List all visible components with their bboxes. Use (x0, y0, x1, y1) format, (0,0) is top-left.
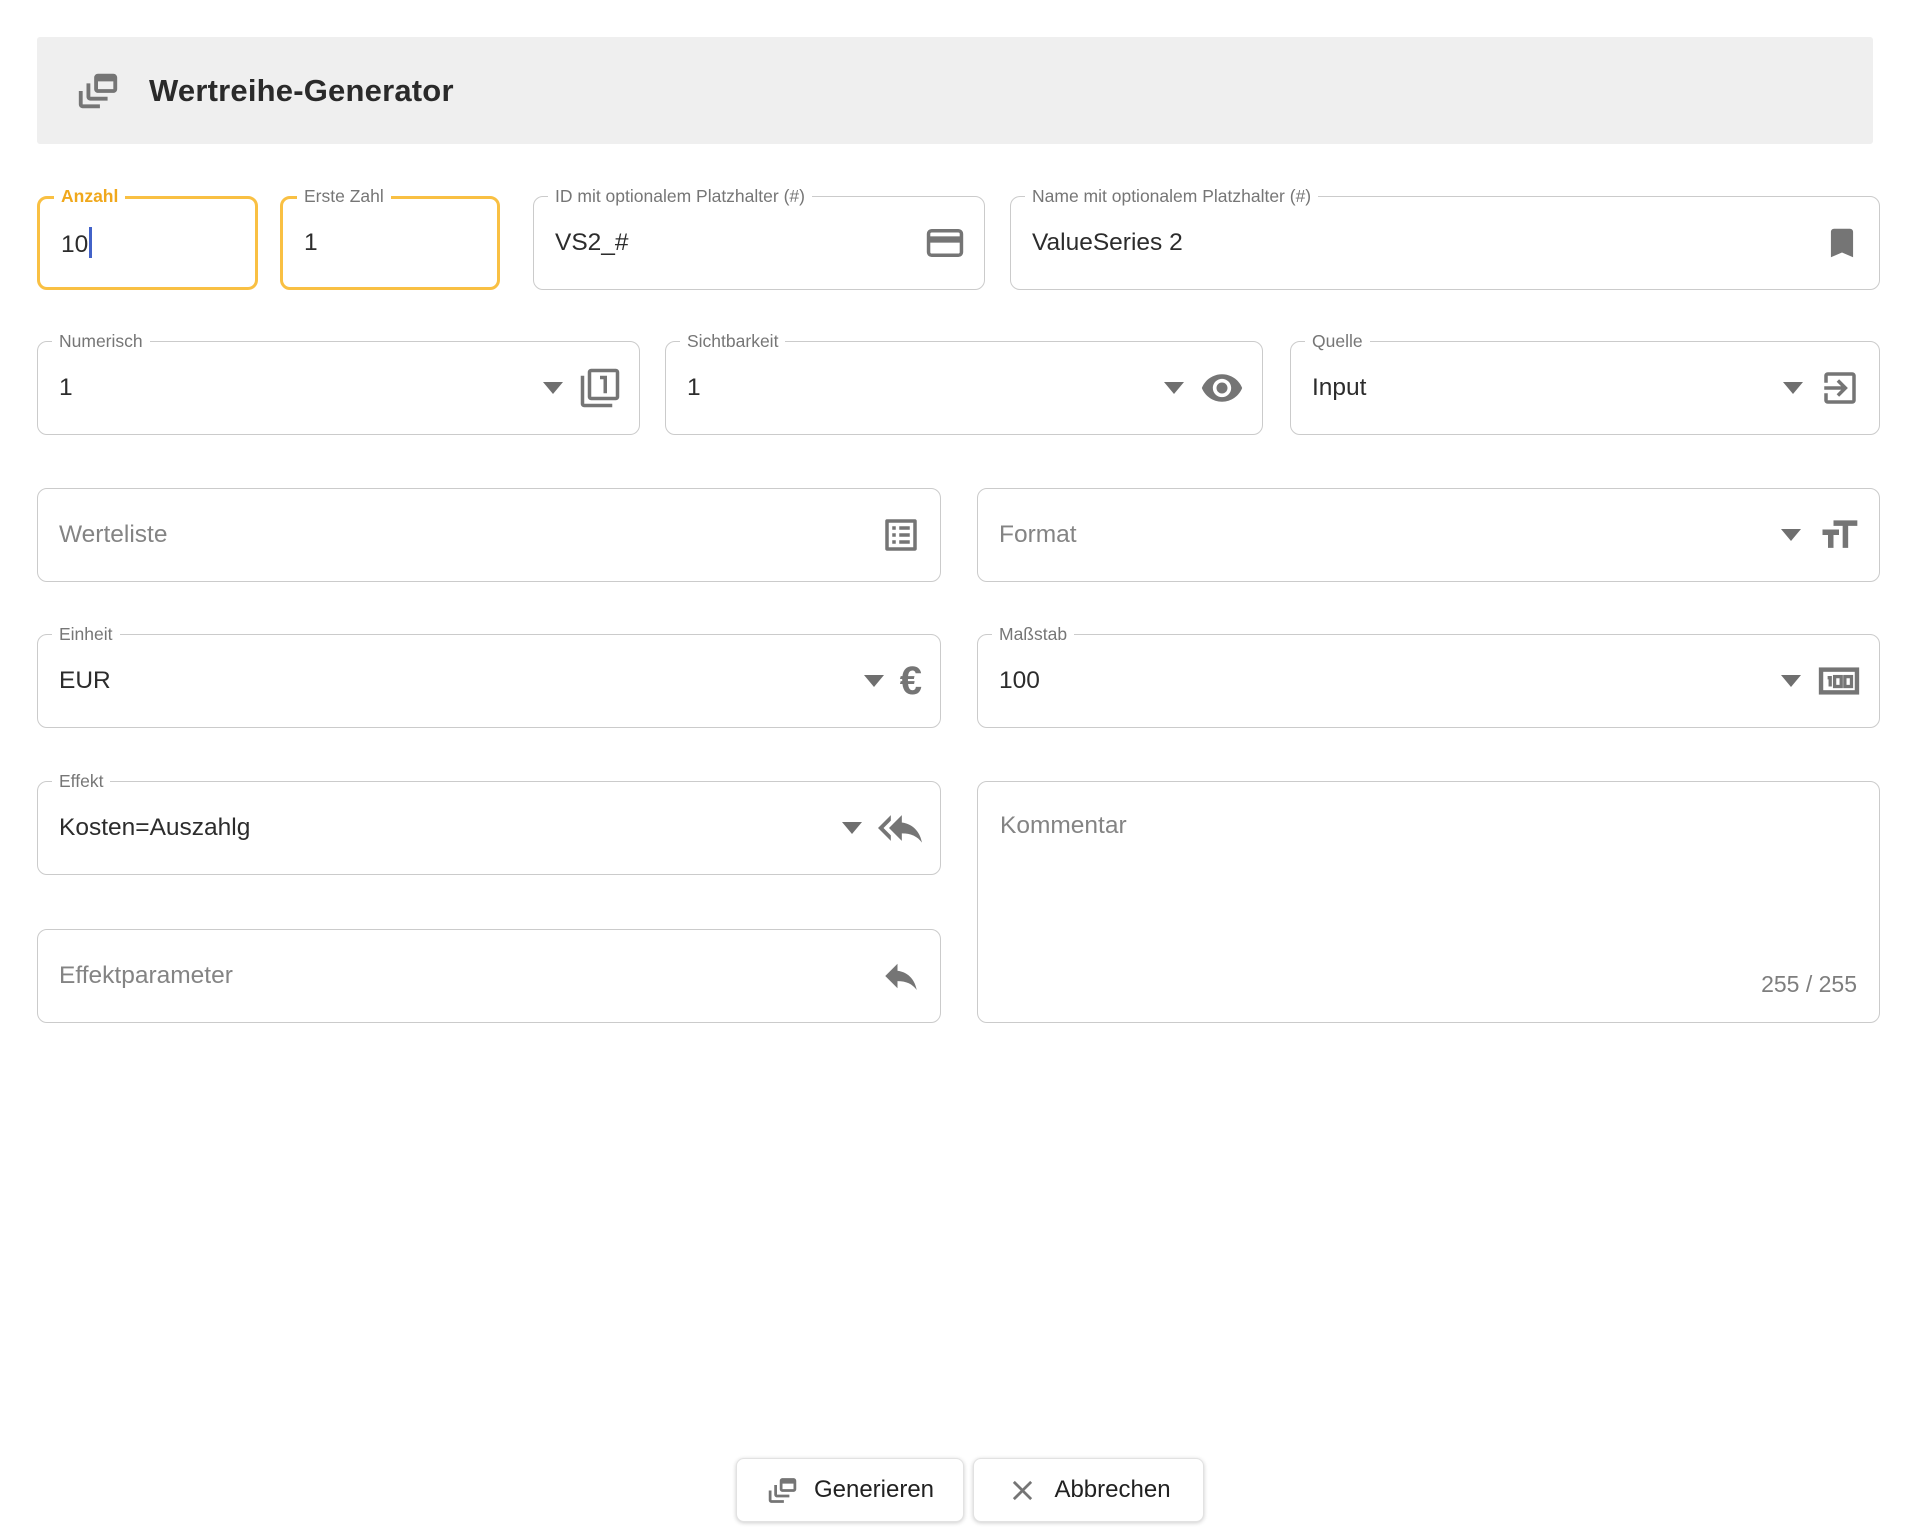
bookmark-icon[interactable] (1823, 224, 1861, 262)
massstab-field[interactable]: Maßstab 100 (977, 634, 1880, 728)
stacked-series-icon (75, 68, 121, 114)
id-value[interactable]: VS2_# (555, 229, 629, 257)
chevron-down-icon[interactable] (1781, 675, 1801, 687)
quelle-label: Quelle (1305, 329, 1370, 354)
id-field[interactable]: ID mit optionalem Platzhalter (#) VS2_# (533, 196, 985, 290)
chevron-down-icon[interactable] (1781, 529, 1801, 541)
anzahl-value[interactable]: 10 (61, 227, 92, 259)
format-label: Format (999, 521, 1077, 549)
anzahl-field[interactable]: Anzahl 10 (37, 196, 258, 290)
chevron-down-icon[interactable] (864, 675, 884, 687)
effektparameter-field[interactable]: Effektparameter (37, 929, 941, 1023)
text-fields-icon[interactable] (1817, 513, 1861, 557)
dialog-title: Wertreihe-Generator (149, 73, 454, 109)
quelle-field[interactable]: Quelle Input (1290, 341, 1880, 435)
generate-button-label: Generieren (814, 1476, 934, 1504)
chevron-down-icon[interactable] (1164, 382, 1184, 394)
dialog-header: Wertreihe-Generator (37, 37, 1873, 144)
anzahl-label: Anzahl (54, 184, 125, 209)
erste-zahl-field[interactable]: Erste Zahl 1 (280, 196, 500, 290)
name-value[interactable]: ValueSeries 2 (1032, 229, 1183, 257)
chevron-down-icon[interactable] (842, 822, 862, 834)
wertreihe-generator-dialog: Wertreihe-Generator Anzahl 10 Erste Zahl… (0, 0, 1910, 1537)
sichtbarkeit-label: Sichtbarkeit (680, 329, 785, 354)
name-field[interactable]: Name mit optionalem Platzhalter (#) Valu… (1010, 196, 1880, 290)
id-label: ID mit optionalem Platzhalter (#) (548, 184, 812, 209)
chevron-down-icon[interactable] (543, 382, 563, 394)
effekt-field[interactable]: Effekt Kosten=Auszahlg (37, 781, 941, 875)
format-field[interactable]: Format (977, 488, 1880, 582)
euro-icon[interactable]: € (900, 661, 922, 701)
effektparameter-label: Effektparameter (59, 962, 233, 990)
generate-button[interactable]: Generieren (736, 1458, 964, 1522)
cancel-button[interactable]: Abbrechen (973, 1458, 1204, 1522)
reply-icon[interactable] (880, 955, 922, 997)
kommentar-field[interactable]: Kommentar 255 / 255 (977, 781, 1880, 1023)
close-icon (1006, 1474, 1039, 1507)
list-alt-icon[interactable] (880, 514, 922, 556)
money-100-icon[interactable] (1817, 659, 1861, 703)
einheit-value[interactable]: EUR (59, 667, 111, 695)
kommentar-label: Kommentar (1000, 812, 1127, 840)
effekt-label: Effekt (52, 769, 110, 794)
quelle-value[interactable]: Input (1312, 374, 1367, 402)
einheit-label: Einheit (52, 622, 120, 647)
numerisch-label: Numerisch (52, 329, 150, 354)
credit-card-icon[interactable] (924, 222, 966, 264)
kommentar-char-counter: 255 / 255 (1761, 971, 1857, 998)
erste-zahl-label: Erste Zahl (297, 184, 391, 209)
cancel-button-label: Abbrechen (1054, 1476, 1170, 1504)
erste-zahl-value[interactable]: 1 (304, 229, 318, 257)
sichtbarkeit-value[interactable]: 1 (687, 374, 701, 402)
werteliste-label: Werteliste (59, 521, 167, 549)
chevron-down-icon[interactable] (1783, 382, 1803, 394)
numerisch-value[interactable]: 1 (59, 374, 73, 402)
effekt-value[interactable]: Kosten=Auszahlg (59, 814, 250, 842)
text-cursor (89, 227, 92, 258)
massstab-value[interactable]: 100 (999, 667, 1040, 695)
einheit-field[interactable]: Einheit EUR € (37, 634, 941, 728)
eye-icon[interactable] (1200, 366, 1244, 410)
numerisch-field[interactable]: Numerisch 1 (37, 341, 640, 435)
name-label: Name mit optionalem Platzhalter (#) (1025, 184, 1318, 209)
sichtbarkeit-field[interactable]: Sichtbarkeit 1 (665, 341, 1263, 435)
massstab-label: Maßstab (992, 622, 1074, 647)
filter-1-icon[interactable] (579, 367, 621, 409)
reply-all-icon[interactable] (878, 806, 922, 850)
exit-to-app-icon[interactable] (1819, 367, 1861, 409)
stacked-series-icon (766, 1474, 799, 1507)
werteliste-field[interactable]: Werteliste (37, 488, 941, 582)
